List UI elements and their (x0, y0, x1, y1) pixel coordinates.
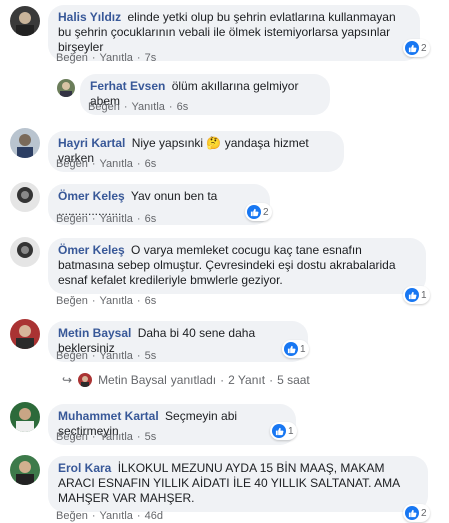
timestamp[interactable]: 6s (145, 295, 157, 307)
avatar (78, 373, 93, 387)
reply-link[interactable]: Yanıtla (99, 295, 132, 307)
like-link[interactable]: Beğen (56, 510, 88, 522)
commenter-name[interactable]: Hayri Kartal (58, 136, 125, 150)
reaction-count[interactable]: 1 (270, 422, 297, 440)
view-replies-link[interactable]: ↪ Metin Baysal yanıtladı · 2 Yanıt · 5 s… (62, 373, 310, 387)
thumbs-up-icon (405, 41, 419, 55)
reaction-count[interactable]: 1 (403, 286, 430, 304)
timestamp[interactable]: 6s (145, 158, 157, 170)
reply-link[interactable]: Yanıtla (131, 101, 164, 113)
commenter-name[interactable]: Muhammet Kartal (58, 409, 159, 423)
commenter-name[interactable]: Ömer Keleş (58, 243, 125, 257)
reaction-number: 1 (421, 289, 427, 301)
reply-link[interactable]: Yanıtla (99, 52, 132, 64)
comment-bubble: Erol Kara İLKOKUL MEZUNU AYDA 15 BİN MAA… (48, 456, 428, 512)
reaction-count[interactable]: 1 (282, 340, 309, 358)
comment-bubble: Ömer Keleş O varya memleket cocugu kaç t… (48, 238, 426, 294)
comment-actions: Beğen · Yanıtla · 5s (56, 431, 157, 443)
reaction-number: 2 (421, 42, 427, 54)
commenter-name[interactable]: Erol Kara (58, 461, 111, 475)
like-link[interactable]: Beğen (88, 101, 120, 113)
like-link[interactable]: Beğen (56, 213, 88, 225)
reply-count: 2 Yanıt (228, 373, 266, 387)
reply-link[interactable]: Yanıtla (99, 158, 132, 170)
thumbs-up-icon (284, 342, 298, 356)
reaction-count[interactable]: 2 (403, 504, 430, 522)
thumbs-up-icon (405, 506, 419, 520)
comment-actions: Beğen · Yanıtla · 6s (56, 213, 157, 225)
commenter-name[interactable]: Metin Baysal (58, 326, 131, 340)
like-link[interactable]: Beğen (56, 295, 88, 307)
timestamp[interactable]: 46d (145, 510, 163, 522)
avatar[interactable] (10, 128, 40, 158)
like-link[interactable]: Beğen (56, 158, 88, 170)
reaction-number: 1 (288, 425, 294, 437)
commenter-name[interactable]: Ömer Keleş (58, 189, 125, 203)
reply-arrow-icon: ↪ (62, 373, 73, 387)
comment-actions: Beğen · Yanıtla · 5s (56, 350, 157, 362)
commenter-name[interactable]: Ferhat Evsen (90, 79, 165, 93)
reply-link[interactable]: Yanıtla (99, 431, 132, 443)
timestamp[interactable]: 7s (145, 52, 157, 64)
timestamp[interactable]: 6s (177, 101, 189, 113)
reply-link[interactable]: Yanıtla (99, 213, 132, 225)
reaction-number: 2 (421, 507, 427, 519)
comment-actions: Beğen · Yanıtla · 7s (56, 52, 157, 64)
reply-link[interactable]: Yanıtla (99, 510, 132, 522)
thumbs-up-icon (247, 205, 261, 219)
avatar[interactable] (10, 6, 40, 36)
thumbs-up-icon (405, 288, 419, 302)
like-link[interactable]: Beğen (56, 350, 88, 362)
avatar[interactable] (10, 182, 40, 212)
reaction-count[interactable]: 2 (403, 39, 430, 57)
like-link[interactable]: Beğen (56, 431, 88, 443)
timestamp[interactable]: 5s (145, 350, 157, 362)
comment-actions: Beğen · Yanıtla · 46d (56, 510, 163, 522)
timestamp[interactable]: 5s (145, 431, 157, 443)
reply-time: 5 saat (277, 373, 310, 387)
comment-actions: Beğen · Yanıtla · 6s (88, 101, 189, 113)
avatar[interactable] (10, 402, 40, 432)
reaction-number: 2 (263, 206, 269, 218)
avatar[interactable] (57, 79, 75, 97)
avatar[interactable] (10, 455, 40, 485)
comment-actions: Beğen · Yanıtla · 6s (56, 158, 157, 170)
reply-action-label: yanıtladı (170, 373, 217, 387)
reaction-number: 1 (300, 343, 306, 355)
avatar[interactable] (10, 319, 40, 349)
reply-link[interactable]: Yanıtla (99, 350, 132, 362)
comment-actions: Beğen · Yanıtla · 6s (56, 295, 157, 307)
like-link[interactable]: Beğen (56, 52, 88, 64)
replier-name: Metin Baysal (98, 373, 167, 387)
timestamp[interactable]: 6s (145, 213, 157, 225)
thumbs-up-icon (272, 424, 286, 438)
commenter-name[interactable]: Halis Yıldız (58, 10, 121, 24)
reaction-count[interactable]: 2 (245, 203, 272, 221)
avatar[interactable] (10, 237, 40, 267)
